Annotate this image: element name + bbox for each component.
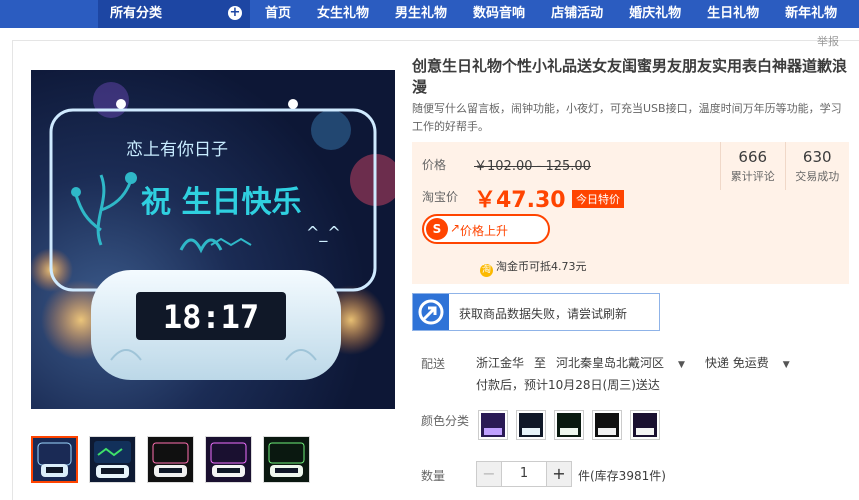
coin-text: 淘金币可抵4.73元 <box>496 260 587 273</box>
thumbnail[interactable] <box>89 436 136 483</box>
transactions-label: 交易成功 <box>795 170 840 183</box>
divider <box>12 40 859 41</box>
today-deal-badge: 今日特价 <box>572 190 624 208</box>
ship-to: 河北秦皇岛北戴河区 <box>556 356 665 370</box>
thumbnail-image <box>148 437 193 482</box>
stat-transactions[interactable]: 630 交易成功 <box>784 142 850 190</box>
original-price-label: 价格 <box>422 158 447 172</box>
expand-plus-icon[interactable]: + <box>228 6 242 20</box>
thumbnail-image <box>206 437 251 482</box>
caret-down-icon: ▼ <box>678 360 685 370</box>
reviews-label: 累计评论 <box>730 170 775 183</box>
ship-to-word: 至 <box>534 356 547 370</box>
thumbnail-image <box>264 437 309 482</box>
nav-link-digital-audio[interactable]: 数码音响 <box>460 0 538 28</box>
color-swatch[interactable] <box>516 410 546 440</box>
ship-to-selector[interactable]: 河北秦皇岛北戴河区 ▼ <box>556 356 695 370</box>
thumbnail-strip <box>31 436 310 483</box>
color-swatch[interactable] <box>630 410 660 440</box>
original-price: ￥102.00 - 125.00 <box>474 159 591 174</box>
sale-price: ￥47.30 <box>474 188 566 213</box>
color-swatch[interactable] <box>554 410 584 440</box>
top-nav-bar: 所有分类 + 首页 女生礼物 男生礼物 数码音响 店铺活动 婚庆礼物 生日礼物 … <box>0 0 859 28</box>
main-product-image[interactable]: 恋上有你日子 祝 生日快乐 ^_^ 18:17 <box>31 70 395 409</box>
color-swatch[interactable] <box>592 410 622 440</box>
thumbnail-image <box>33 438 76 481</box>
svg-text:^_^: ^_^ <box>306 223 341 243</box>
thumbnail[interactable] <box>263 436 310 483</box>
nav-link-wedding-gifts[interactable]: 婚庆礼物 <box>616 0 694 28</box>
quantity-input[interactable]: 1 <box>502 461 546 487</box>
quantity-stepper: − 1 + <box>476 461 572 487</box>
delivery-estimate: 付款后，预计10月28日(周三)送达 <box>476 378 660 392</box>
product-title: 创意生日礼物个性小礼品送女友闺蜜男友朋友实用表白神器道歉浪漫 <box>412 57 848 96</box>
shipping-label: 配送 <box>421 357 446 371</box>
coin-icon: 淘 <box>480 264 493 277</box>
price-rise-label: 价格上升 <box>460 224 509 238</box>
brand-s-icon: S <box>426 218 448 240</box>
nav-link-store-events[interactable]: 店铺活动 <box>538 0 616 28</box>
refresh-arrow-icon <box>413 294 449 330</box>
price-rise-button[interactable]: S ↗ 价格上升 <box>422 214 550 244</box>
sales-stats: 666 累计评论 630 交易成功 <box>720 142 849 190</box>
quantity-label: 数量 <box>421 469 446 483</box>
product-subtitle: 随便写什么留言板，闹钟功能，小夜灯，可充当USB接口，温度时间万年历等功能，学习… <box>412 102 842 133</box>
trend-up-icon: ↗ <box>450 221 461 235</box>
color-options <box>478 410 660 440</box>
color-label: 颜色分类 <box>421 414 470 428</box>
shipping-route: 浙江金华至河北秦皇岛北戴河区 ▼ 快递 免运费 ▼ <box>476 354 810 371</box>
coin-discount: 淘淘金币可抵4.73元 <box>480 258 587 277</box>
error-message: 获取商品数据失败，请尝试刷新 <box>459 307 628 321</box>
thumbnail[interactable] <box>31 436 78 483</box>
all-categories-label: 所有分类 <box>110 6 163 21</box>
sale-price-label: 淘宝价 <box>422 190 459 204</box>
decrease-button[interactable]: − <box>476 461 502 487</box>
svg-text:恋上有你日子: 恋上有你日子 <box>126 139 228 160</box>
nav-link-home[interactable]: 首页 <box>252 0 304 28</box>
divider <box>12 40 13 500</box>
thumbnail-image <box>90 437 135 482</box>
transactions-count: 630 <box>802 148 832 166</box>
caret-down-icon: ▼ <box>782 360 790 370</box>
report-link[interactable]: 举报 <box>817 33 839 49</box>
nav-link-gifts-for-him[interactable]: 男生礼物 <box>382 0 460 28</box>
ship-method: 快递 免运费 <box>704 356 769 370</box>
increase-button[interactable]: + <box>546 461 572 487</box>
stock-info: 件(库存3981件) <box>578 469 666 483</box>
color-swatch[interactable] <box>478 410 508 440</box>
svg-text:18:17: 18:17 <box>163 298 259 336</box>
nav-link-gifts-for-her[interactable]: 女生礼物 <box>304 0 382 28</box>
ship-method-selector[interactable]: 快递 免运费 ▼ <box>705 356 800 370</box>
product-photo: 恋上有你日子 祝 生日快乐 ^_^ 18:17 <box>31 82 395 380</box>
all-categories-menu[interactable]: 所有分类 + <box>98 0 250 28</box>
nav-link-birthday-gifts[interactable]: 生日礼物 <box>694 0 772 28</box>
nav-links: 首页 女生礼物 男生礼物 数码音响 店铺活动 婚庆礼物 生日礼物 新年礼物 <box>252 0 850 28</box>
thumbnail[interactable] <box>205 436 252 483</box>
svg-text:祝 生日快乐: 祝 生日快乐 <box>141 185 301 220</box>
data-load-error-notice[interactable]: 获取商品数据失败，请尝试刷新 <box>412 293 660 331</box>
ship-from: 浙江金华 <box>476 356 525 370</box>
nav-link-new-year-gifts[interactable]: 新年礼物 <box>772 0 850 28</box>
thumbnail[interactable] <box>147 436 194 483</box>
stat-reviews[interactable]: 666 累计评论 <box>720 142 785 190</box>
reviews-count: 666 <box>738 148 768 166</box>
